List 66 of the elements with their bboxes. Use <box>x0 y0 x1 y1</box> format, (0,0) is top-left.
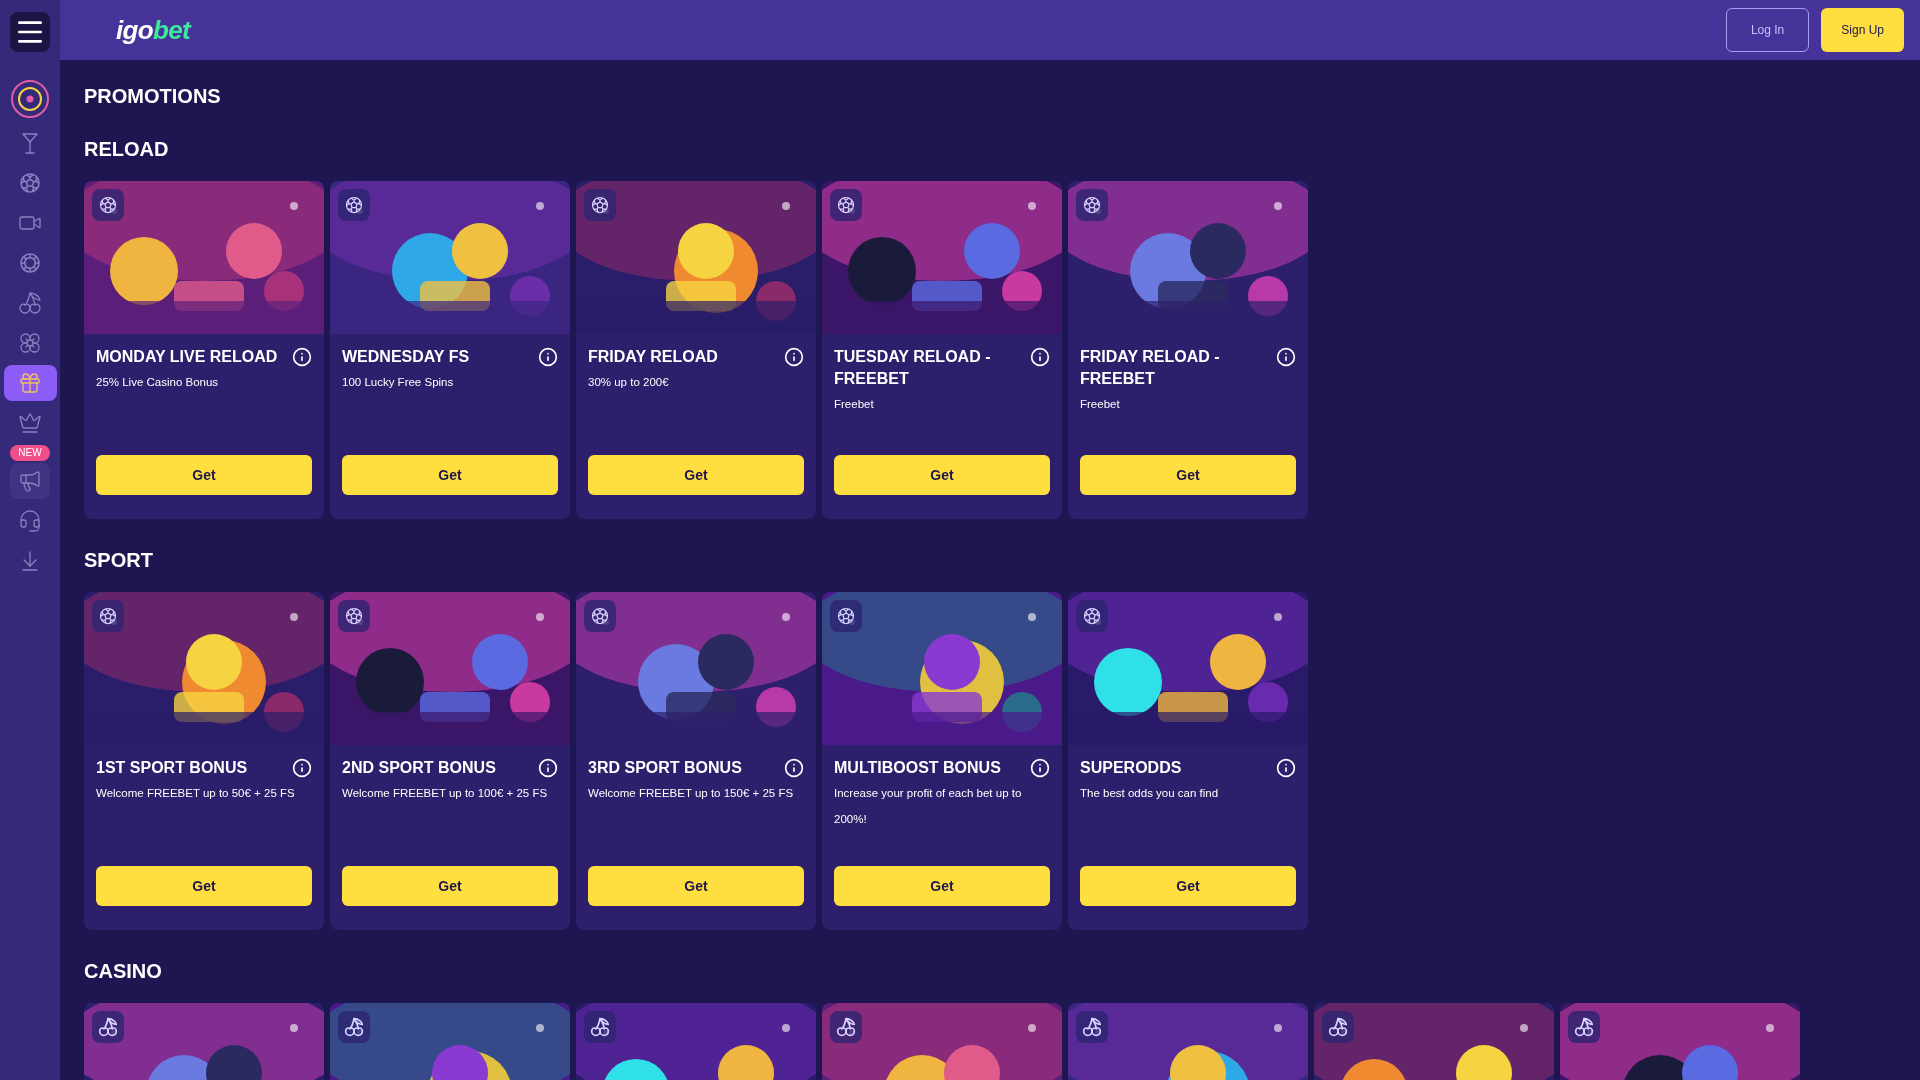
target-icon <box>10 79 50 119</box>
get-button[interactable]: Get <box>834 455 1050 495</box>
crown-icon <box>18 411 42 435</box>
flower-icon <box>18 331 42 355</box>
get-button[interactable]: Get <box>588 455 804 495</box>
cherries-icon <box>590 1017 610 1037</box>
promo-description: Freebet <box>1080 397 1121 412</box>
get-button[interactable]: Get <box>342 455 558 495</box>
section-title: RELOAD <box>84 137 170 161</box>
info-icon[interactable] <box>1276 758 1296 778</box>
promo-title: FRIDAY RELOAD <box>588 347 718 367</box>
promo-description: Increase your profit of each bet up to 200%! <box>834 786 1023 827</box>
info-icon[interactable] <box>292 758 312 778</box>
info-icon[interactable] <box>1030 758 1050 778</box>
get-button[interactable]: Get <box>96 866 312 906</box>
cherries-icon <box>344 1017 364 1037</box>
cherries-icon <box>1574 1017 1594 1037</box>
cherries-icon <box>18 291 42 315</box>
signup-button[interactable]: Sign Up <box>1821 8 1904 52</box>
new-badge: NEW <box>10 445 50 461</box>
get-button[interactable]: Get <box>588 866 804 906</box>
promo-title: 1ST SPORT BONUS <box>96 758 248 778</box>
login-button[interactable]: Log In <box>1725 8 1810 52</box>
section-title: SPORT <box>84 548 154 572</box>
info-icon[interactable] <box>1276 347 1296 367</box>
cherries-icon <box>1328 1017 1348 1037</box>
get-button[interactable]: Get <box>1080 455 1296 495</box>
promo-title: SUPERODDS <box>1080 758 1182 778</box>
promo-description: Welcome FREEBET up to 150€ + 25 FS <box>588 786 795 801</box>
sidebar-item[interactable] <box>3 365 57 401</box>
headset-icon <box>18 509 42 533</box>
promo-title: FRIDAY RELOAD - FREEBET <box>1080 347 1221 389</box>
cherries-icon <box>98 1017 118 1037</box>
promo-title: WEDNESDAY FS <box>342 347 470 367</box>
info-icon[interactable] <box>538 347 558 367</box>
promo-description: Freebet <box>834 397 875 412</box>
sidebar-item[interactable] <box>8 77 52 121</box>
cherries-icon <box>1082 1017 1102 1037</box>
cherries-icon <box>836 1017 856 1037</box>
section-title: CASINO <box>84 959 163 983</box>
info-icon[interactable] <box>538 758 558 778</box>
promo-description: 30% up to 200€ <box>588 375 670 390</box>
promo-description: Welcome FREEBET up to 50€ + 25 FS <box>96 786 296 801</box>
logo[interactable]: igobet <box>116 10 191 50</box>
promo-title: MONDAY LIVE RELOAD <box>96 347 278 367</box>
page-title: PROMOTIONS <box>84 84 222 108</box>
get-button[interactable]: Get <box>1080 866 1296 906</box>
promo-title: MULTIBOOST BONUS <box>834 758 1001 778</box>
promo-description: 25% Live Casino Bonus <box>96 375 220 390</box>
promo-description: 100 Lucky Free Spins <box>342 375 455 390</box>
promo-title: TUESDAY RELOAD - FREEBET <box>834 347 992 389</box>
promo-title: 2ND SPORT BONUS <box>342 758 496 778</box>
get-button[interactable]: Get <box>834 866 1050 906</box>
promo-description: The best odds you can find <box>1080 786 1220 801</box>
megaphone-icon <box>18 469 42 493</box>
gift-icon <box>18 371 42 395</box>
info-icon[interactable] <box>292 347 312 367</box>
info-icon[interactable] <box>1030 347 1050 367</box>
promo-title: 3RD SPORT BONUS <box>588 758 742 778</box>
poker-chip-icon <box>18 251 42 275</box>
get-button[interactable]: Get <box>96 455 312 495</box>
info-icon[interactable] <box>784 347 804 367</box>
get-button[interactable]: Get <box>342 866 558 906</box>
menu-button[interactable] <box>10 12 50 52</box>
info-icon[interactable] <box>784 758 804 778</box>
promo-description: Welcome FREEBET up to 100€ + 25 FS <box>342 786 549 801</box>
